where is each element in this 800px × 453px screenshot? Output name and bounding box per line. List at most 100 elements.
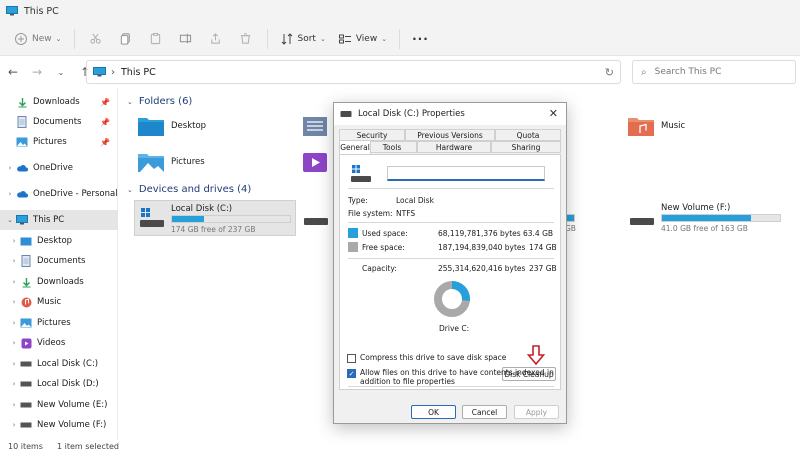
forward-button[interactable]: → xyxy=(26,61,48,83)
sidebar-item-label: Pictures xyxy=(33,137,67,147)
drive-tile-new-volume-f[interactable]: New Volume (F:) 41.0 GB free of 163 GB xyxy=(625,200,795,236)
index-drive-checkbox[interactable]: ✓ Allow files on this drive to have cont… xyxy=(347,368,559,386)
chevron-right-icon[interactable]: › xyxy=(8,380,20,388)
more-options-button[interactable]: ··· xyxy=(406,27,435,51)
sidebar-item-desktop[interactable]: › Desktop xyxy=(0,231,118,251)
type-label: Type: xyxy=(348,196,368,205)
sidebar-item-downloads[interactable]: › Downloads xyxy=(0,272,118,292)
compress-drive-checkbox[interactable]: Compress this drive to save disk space xyxy=(347,353,559,363)
cloud-icon xyxy=(16,188,28,200)
share-icon xyxy=(211,33,220,44)
chevron-down-icon[interactable]: ⌄ xyxy=(4,216,16,224)
capacity-label: Capacity: xyxy=(362,264,397,273)
plus-circle-icon xyxy=(15,32,27,45)
drive-icon xyxy=(20,399,32,411)
tab-hardware[interactable]: Hardware xyxy=(417,141,491,153)
drive-name-input[interactable] xyxy=(387,166,545,181)
divider xyxy=(348,188,554,189)
chevron-right-icon[interactable]: › xyxy=(8,319,20,327)
tab-tools[interactable]: Tools xyxy=(367,141,417,153)
recent-locations-button[interactable]: ⌄ xyxy=(50,61,72,83)
tab-previous-versions[interactable]: Previous Versions xyxy=(405,129,495,141)
pictures-icon xyxy=(16,136,28,148)
sidebar-item-onedrive-personal[interactable]: › OneDrive - Personal xyxy=(0,184,118,204)
window-title: This PC xyxy=(24,5,59,17)
breadcrumb[interactable]: This PC xyxy=(121,67,156,78)
drive-tile-new-volume-e[interactable]: GB xyxy=(565,200,605,236)
tab-quota[interactable]: Quota xyxy=(495,129,561,141)
chevron-right-icon[interactable]: › xyxy=(8,401,20,409)
sidebar-item-local-disk-d[interactable]: › Local Disk (D:) xyxy=(0,374,118,394)
checkbox-box[interactable] xyxy=(347,354,356,363)
copy-button[interactable] xyxy=(111,27,141,51)
sidebar-item-this-pc[interactable]: ⌄ This PC xyxy=(0,210,118,230)
sidebar-item-pictures[interactable]: Pictures 📌 xyxy=(0,132,118,152)
folder-name: Pictures xyxy=(171,157,205,167)
apply-button[interactable]: Apply xyxy=(514,405,559,419)
cut-button[interactable] xyxy=(81,27,111,51)
sort-button[interactable]: Sort ⌄ xyxy=(274,27,332,51)
address-bar[interactable]: › This PC ↻ xyxy=(86,60,621,84)
drive-tile-local-disk-c[interactable]: Local Disk (C:) 174 GB free of 237 GB xyxy=(134,200,296,236)
tab-general[interactable]: General xyxy=(339,140,371,154)
cancel-button[interactable]: Cancel xyxy=(462,405,507,419)
folder-tile-pictures[interactable]: Pictures xyxy=(137,150,205,174)
trash-icon xyxy=(240,33,251,44)
chevron-right-icon[interactable]: › xyxy=(8,237,20,245)
sidebar-item-videos[interactable]: › Videos xyxy=(0,333,118,353)
sidebar-item-downloads[interactable]: Downloads 📌 xyxy=(0,92,118,112)
refresh-icon[interactable]: ↻ xyxy=(605,66,614,79)
paste-button[interactable] xyxy=(141,27,171,51)
sidebar-item-label: OneDrive - Personal xyxy=(33,189,118,199)
new-button[interactable]: New ⌄ xyxy=(8,27,68,51)
sidebar-item-documents[interactable]: Documents 📌 xyxy=(0,112,118,132)
sidebar-item-pictures[interactable]: › Pictures xyxy=(0,313,118,333)
chevron-right-icon[interactable]: › xyxy=(8,360,20,368)
chevron-right-icon[interactable]: › xyxy=(8,298,20,306)
search-input[interactable]: ⌕ Search This PC xyxy=(632,60,796,84)
ok-button[interactable]: OK xyxy=(411,405,456,419)
delete-button[interactable] xyxy=(231,27,261,51)
sidebar-item-label: This PC xyxy=(33,215,65,225)
chevron-right-icon[interactable]: › xyxy=(8,339,20,347)
folder-tile-documents[interactable] xyxy=(301,114,335,138)
navigation-pane: Downloads 📌 Documents 📌 Pictures 📌 › One… xyxy=(0,88,118,440)
sidebar-item-documents[interactable]: › Documents xyxy=(0,251,118,271)
checkbox-box-checked[interactable]: ✓ xyxy=(347,369,356,378)
chevron-down-icon: ⌄ xyxy=(55,34,62,43)
tab-sharing[interactable]: Sharing xyxy=(491,141,561,153)
sidebar-item-onedrive[interactable]: › OneDrive xyxy=(0,158,118,178)
share-button[interactable] xyxy=(201,27,231,51)
scissors-icon xyxy=(90,33,101,44)
close-icon[interactable]: ✕ xyxy=(549,107,558,120)
sort-icon xyxy=(281,32,292,45)
rename-icon xyxy=(179,33,192,44)
chevron-right-icon[interactable]: › xyxy=(8,257,20,265)
sidebar-item-music[interactable]: › Music xyxy=(0,292,118,312)
free-space-swatch xyxy=(348,242,358,252)
tab-label: Hardware xyxy=(435,142,473,152)
folder-tile-music[interactable]: Music xyxy=(627,114,685,138)
back-button[interactable]: ← xyxy=(2,61,24,83)
sidebar-item-new-volume-f[interactable]: › New Volume (F:) xyxy=(0,415,118,435)
folder-tile-desktop[interactable]: Desktop xyxy=(137,114,206,138)
chevron-right-icon[interactable]: › xyxy=(4,190,16,198)
video-icon xyxy=(20,337,32,349)
rename-button[interactable] xyxy=(171,27,201,51)
sidebar-item-local-disk-c[interactable]: › Local Disk (C:) xyxy=(0,354,118,374)
sidebar-item-new-volume-e[interactable]: › New Volume (E:) xyxy=(0,395,118,415)
clipboard-icon xyxy=(150,32,161,45)
drives-header-label: Devices and drives (4) xyxy=(138,184,252,195)
cancel-label: Cancel xyxy=(471,407,498,417)
drives-section-header[interactable]: ⌄ Devices and drives (4) xyxy=(127,184,251,195)
folders-section-header[interactable]: ⌄ Folders (6) xyxy=(127,96,192,107)
drive-free-text: 41.0 GB free of 163 GB xyxy=(661,224,748,233)
view-label: View xyxy=(355,33,378,44)
view-button[interactable]: View ⌄ xyxy=(332,27,393,51)
download-icon xyxy=(16,96,28,108)
folder-tile-videos[interactable] xyxy=(301,150,335,174)
folder-name: Desktop xyxy=(171,121,207,131)
chevron-right-icon[interactable]: › xyxy=(4,164,16,172)
chevron-right-icon[interactable]: › xyxy=(8,278,20,286)
chevron-right-icon[interactable]: › xyxy=(8,421,20,429)
